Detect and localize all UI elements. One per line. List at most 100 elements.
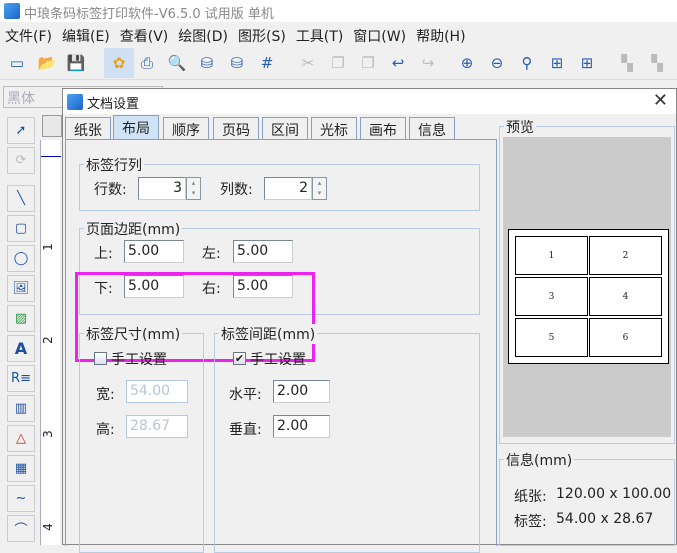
rich-text-icon[interactable]: R≡ xyxy=(7,365,35,392)
pointer-icon[interactable]: ➚ xyxy=(7,117,35,144)
picture-icon[interactable]: ▨ xyxy=(7,305,35,332)
ruler-tick-label: 3 xyxy=(40,430,55,438)
curve-icon[interactable]: ∼ xyxy=(7,485,35,512)
rotate-icon[interactable]: ⟳ xyxy=(7,147,35,174)
info-group: 信息(mm) 纸张: 120.00 x 100.00 标签: 54.00 x 2… xyxy=(499,450,675,546)
size-manual-checkbox[interactable] xyxy=(94,352,107,365)
grid-icon[interactable]: # xyxy=(254,50,280,76)
preview-cell: 1 xyxy=(515,236,588,275)
align-right-icon[interactable]: ▚ xyxy=(644,50,670,76)
preview-cell: 5 xyxy=(515,318,588,357)
fit-width-icon[interactable]: ⊞ xyxy=(574,50,600,76)
tab-page-number[interactable]: 页码 xyxy=(213,117,259,139)
cols-input[interactable]: 2 xyxy=(264,177,312,200)
database-connect-icon[interactable]: ⛁ xyxy=(224,50,250,76)
zoom-fit-icon[interactable]: ⚲ xyxy=(514,50,540,76)
preview-page: 1 2 3 4 5 6 xyxy=(508,229,669,364)
ellipse-icon[interactable]: ◯ xyxy=(7,245,35,272)
print-icon[interactable]: ⎙ xyxy=(134,50,160,76)
menu-tools[interactable]: 工具(T) xyxy=(291,22,348,46)
paper-size-label: 纸张: xyxy=(514,489,547,505)
tab-layout[interactable]: 布局 xyxy=(113,115,159,140)
redo-icon[interactable]: ↪ xyxy=(415,50,441,76)
rounded-rect-icon[interactable]: ▢ xyxy=(7,215,35,242)
menu-help[interactable]: 帮助(H) xyxy=(411,22,470,46)
align-left-icon[interactable]: ▚ xyxy=(614,50,640,76)
dialog-logo-icon xyxy=(67,94,83,110)
cut-icon[interactable]: ✂ xyxy=(295,50,321,76)
width-input[interactable]: 54.00 xyxy=(126,380,188,403)
print-preview-icon[interactable]: 🔍 xyxy=(164,50,190,76)
tab-cursor[interactable]: 光标 xyxy=(311,117,357,139)
ruler-cursor-line xyxy=(41,156,61,157)
vertical-ruler: 1 2 3 4 xyxy=(40,140,61,545)
menu-shape[interactable]: 图形(S) xyxy=(233,22,291,46)
tab-order[interactable]: 顺序 xyxy=(163,117,209,139)
menu-view[interactable]: 查看(V) xyxy=(115,22,174,46)
top-margin-label: 上: xyxy=(94,246,113,262)
info-legend: 信息(mm) xyxy=(504,450,575,470)
cols-spinner[interactable]: ▴ ▾ xyxy=(312,177,327,200)
document-settings-dialog: 文档设置 ✕ 纸张 布局 顺序 页码 区间 光标 画布 信息 标签行列 行数: … xyxy=(62,88,677,553)
gap-manual-label: 手工设置 xyxy=(250,352,306,368)
label-size-value: 54.00 x 28.67 xyxy=(556,511,654,527)
preview-cell: 2 xyxy=(589,236,662,275)
arc-icon[interactable]: ⌒ xyxy=(7,515,35,542)
label-size-legend: 标签尺寸(mm) xyxy=(84,324,183,344)
rows-input[interactable]: 3 xyxy=(138,177,186,200)
rowcol-legend: 标签行列 xyxy=(84,155,144,175)
left-margin-input[interactable]: 5.00 xyxy=(233,240,293,263)
zoom-out-icon[interactable]: ⊖ xyxy=(484,50,510,76)
qrcode-icon[interactable]: ▦ xyxy=(7,455,35,482)
top-margin-input[interactable]: 5.00 xyxy=(124,240,184,263)
tab-paper[interactable]: 纸张 xyxy=(65,117,111,139)
line-icon[interactable]: ╲ xyxy=(7,185,35,212)
copy-icon[interactable]: ❐ xyxy=(325,50,351,76)
preview-area: 1 2 3 4 5 6 xyxy=(503,137,671,437)
menu-draw[interactable]: 绘图(D) xyxy=(173,22,233,46)
menu-edit[interactable]: 编辑(E) xyxy=(57,22,115,46)
new-window-icon[interactable]: ▭ xyxy=(4,50,30,76)
label-size-label: 标签: xyxy=(514,514,547,530)
canvas-corner-icon xyxy=(42,115,62,137)
menu-window[interactable]: 窗口(W) xyxy=(348,22,411,46)
tab-range[interactable]: 区间 xyxy=(262,117,308,139)
tab-info[interactable]: 信息 xyxy=(409,117,455,139)
rowcol-group: 标签行列 行数: 3 ▴ ▾ 列数: 2 ▴ ▾ xyxy=(79,155,480,211)
close-icon[interactable]: ✕ xyxy=(653,90,668,111)
open-icon[interactable]: 📂 xyxy=(34,50,60,76)
ruler-tick-label: 4 xyxy=(40,523,55,531)
paper-size-value: 120.00 x 100.00 xyxy=(556,486,672,502)
image-icon[interactable]: 🖼 xyxy=(7,275,35,302)
menu-bar: 文件(F) 编辑(E) 查看(V) 绘图(D) 图形(S) 工具(T) 窗口(W) 帮助(H) xyxy=(0,22,677,46)
tab-canvas[interactable]: 画布 xyxy=(360,117,406,139)
label-size-group: 标签尺寸(mm) 手工设置 宽: 54.00 高: 28.67 xyxy=(79,324,204,553)
ruler-tick-label: 1 xyxy=(40,243,55,251)
settings-gear-icon[interactable]: ✿ xyxy=(104,48,134,78)
label-gap-group: 标签间距(mm) ✔ 手工设置 水平: 2.00 垂直: 2.00 xyxy=(214,324,480,553)
title-bar: 中琅条码标签打印软件-V6.5.0 试用版 单机 xyxy=(0,0,677,22)
gap-manual-checkbox[interactable]: ✔ xyxy=(233,352,246,365)
paste-icon[interactable]: ❐ xyxy=(355,50,381,76)
zoom-in-icon[interactable]: ⊕ xyxy=(454,50,480,76)
vertical-gap-label: 垂直: xyxy=(229,422,262,438)
app-title: 中琅条码标签打印软件-V6.5.0 试用版 单机 xyxy=(24,7,274,22)
layout-tab-panel: 标签行列 行数: 3 ▴ ▾ 列数: 2 ▴ ▾ 页面边距(mm) 上: 5.00 … xyxy=(65,139,497,553)
height-label: 高: xyxy=(96,422,115,438)
vertical-gap-input[interactable]: 2.00 xyxy=(273,415,330,438)
menu-file[interactable]: 文件(F) xyxy=(0,22,57,46)
save-icon[interactable]: 💾 xyxy=(63,50,89,76)
rows-label: 行数: xyxy=(94,182,127,198)
fit-page-icon[interactable]: ⊞ xyxy=(544,50,570,76)
barcode-icon[interactable]: ▥ xyxy=(7,395,35,422)
height-input[interactable]: 28.67 xyxy=(126,415,188,438)
undo-icon[interactable]: ↩ xyxy=(385,50,411,76)
shape-icon[interactable]: △ xyxy=(7,425,35,452)
dialog-title: 文档设置 xyxy=(87,97,140,112)
text-icon[interactable]: A xyxy=(7,335,35,362)
preview-cell: 6 xyxy=(589,318,662,357)
horizontal-gap-input[interactable]: 2.00 xyxy=(273,380,330,403)
database-icon[interactable]: ⛁ xyxy=(194,50,220,76)
label-gap-legend: 标签间距(mm) xyxy=(219,324,318,344)
rows-spinner[interactable]: ▴ ▾ xyxy=(186,177,201,200)
